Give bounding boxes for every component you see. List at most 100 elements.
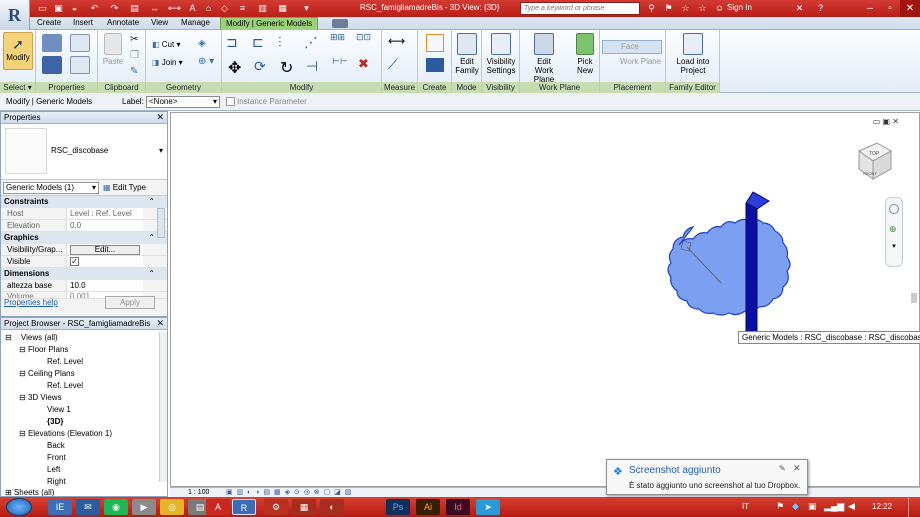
load-into-project-button[interactable]: Load into Project xyxy=(666,33,720,75)
text-icon[interactable]: A xyxy=(186,2,199,15)
instance-parameter-checkbox[interactable] xyxy=(226,97,235,106)
maximize-button[interactable]: ▫ xyxy=(880,0,900,17)
view-scale[interactable]: 1 : 100 xyxy=(188,488,209,497)
tree-ceiling-ref-level[interactable]: Ref. Level xyxy=(1,380,167,392)
type-properties-icon[interactable] xyxy=(70,56,90,74)
select-panel-label[interactable]: Select ▾ xyxy=(0,82,35,93)
start-button[interactable] xyxy=(6,498,32,516)
network-icon[interactable]: ▂▄▆ xyxy=(824,501,844,512)
close-icon[interactable]: ✕ xyxy=(156,112,164,123)
taskbar-app-circle[interactable]: ◐ xyxy=(320,499,344,515)
tree-sheets[interactable]: ⊞ Sheets (all) xyxy=(1,488,167,496)
tree-3d-current[interactable]: {3D} xyxy=(1,416,167,428)
tree-elev-back[interactable]: Back xyxy=(1,440,167,452)
taskbar-app-telegram[interactable]: ➤ xyxy=(476,499,500,515)
disco-base-cloud[interactable] xyxy=(667,218,791,316)
dimension-icon[interactable]: ⟷ xyxy=(168,2,181,15)
save-icon[interactable]: ▣ xyxy=(52,2,65,15)
tree-elev-front[interactable]: Front xyxy=(1,452,167,464)
tree-floor-plans[interactable]: ⊟ Floor Plans xyxy=(1,344,167,356)
section-icon[interactable]: ◇ xyxy=(218,2,231,15)
customize-qat-icon[interactable]: ▾ xyxy=(300,2,313,15)
default-3d-icon[interactable]: ⌂ xyxy=(202,2,215,15)
tree-views-all[interactable]: ⊟ ◌ Views (all) xyxy=(1,332,167,344)
work-plane-placement-button[interactable]: Work Plane xyxy=(602,56,662,70)
wall-joins-icon[interactable]: ◈ xyxy=(198,38,206,49)
measure-icon[interactable]: ↔ xyxy=(148,2,161,15)
viewcube[interactable] xyxy=(855,139,895,185)
group-dimensions[interactable]: Dimensions ⌃ xyxy=(1,268,167,280)
offset-icon[interactable]: ⊏ xyxy=(252,34,264,51)
visibility-edit-button[interactable]: Edit... xyxy=(70,245,140,255)
element-properties-icon[interactable] xyxy=(42,56,62,74)
tray-device-icon[interactable]: ▣ xyxy=(808,501,817,512)
undo-icon[interactable]: ↶ xyxy=(88,2,101,15)
properties-help-link[interactable]: Properties help xyxy=(4,298,58,307)
edit-type-button[interactable]: ▦ Edit Type xyxy=(103,182,146,193)
tab-annotate[interactable]: Annotate xyxy=(102,17,144,30)
label-select[interactable]: <None> ▾ xyxy=(146,96,220,108)
cut-scissors-icon[interactable]: ✂ xyxy=(130,34,138,45)
tab-insert[interactable]: Insert xyxy=(68,17,98,30)
edit-work-plane-button[interactable]: Edit Work Plane xyxy=(524,33,564,84)
split-face-icon[interactable]: ⊕ ▾ xyxy=(198,56,214,67)
rotate-icon[interactable]: ↻ xyxy=(280,58,293,78)
family-types-icon[interactable] xyxy=(42,34,62,52)
taskbar-app-illustrator[interactable]: Ai xyxy=(416,499,440,515)
view-window-controls[interactable]: ▭ ▣ ✕ xyxy=(873,117,899,126)
properties-scrollbar[interactable] xyxy=(157,208,165,238)
tab-options-icon[interactable] xyxy=(332,19,348,28)
trim-icon[interactable]: ⊣ xyxy=(306,58,318,75)
binoculars-icon[interactable]: ⚲ xyxy=(645,2,658,15)
switch-windows-icon[interactable]: ▦ xyxy=(276,2,289,15)
taskbar-app-indesign[interactable]: Id xyxy=(446,499,470,515)
help-icon[interactable]: ? xyxy=(814,2,827,15)
taskbar-app-revit[interactable]: R xyxy=(232,499,256,515)
application-menu-button[interactable]: R xyxy=(0,0,30,31)
communication-icon[interactable]: ☆ xyxy=(679,2,692,15)
tree-elev-right[interactable]: Right xyxy=(1,476,167,488)
tree-view-1[interactable]: View 1 xyxy=(1,404,167,416)
scene-model[interactable] xyxy=(639,183,809,353)
scale-icon[interactable]: ⊡⊡ xyxy=(356,32,371,43)
create-similar-icon[interactable] xyxy=(426,58,444,72)
paste-button[interactable]: Paste xyxy=(102,33,124,66)
viewport-scroll-handle[interactable] xyxy=(911,293,917,303)
taskbar-app-tool[interactable]: ⚙ xyxy=(264,499,288,515)
taskbar-app-media[interactable]: ▶ xyxy=(132,499,156,515)
create-group-icon[interactable] xyxy=(426,34,444,52)
cut-geometry-button[interactable]: ◧ Cut ▾ xyxy=(152,40,180,49)
copy-array-icon[interactable]: ⊞⊞ xyxy=(330,32,345,43)
modify-button[interactable]: ➚ Modify xyxy=(3,32,33,70)
group-graphics[interactable]: Graphics ⌃ xyxy=(1,232,167,244)
column-shaft[interactable] xyxy=(745,202,758,334)
thin-lines-icon[interactable]: ≡ xyxy=(236,2,249,15)
instance-filter-select[interactable]: Generic Models (1) ▾ xyxy=(3,182,99,194)
steering-wheel-icon[interactable] xyxy=(889,204,899,214)
tab-manage[interactable]: Manage xyxy=(176,17,215,30)
tree-elev-left[interactable]: Left xyxy=(1,464,167,476)
volume-icon[interactable]: ◀ xyxy=(848,501,855,512)
search-input[interactable]: Type a keyword or phrase xyxy=(520,2,640,15)
dropbox-notification[interactable]: ❖ Screenshot aggiunto È stato aggiunto u… xyxy=(606,459,808,495)
show-desktop-button[interactable] xyxy=(908,497,920,517)
type-selector[interactable]: RSC_discobase ▾ xyxy=(1,124,167,180)
altezza-base-field[interactable]: 10.0 xyxy=(67,280,143,291)
subscription-icon[interactable]: ⚑ xyxy=(662,2,675,15)
open-icon[interactable]: ▭ xyxy=(36,2,49,15)
tab-modify-generic-models[interactable]: Modify | Generic Models xyxy=(220,17,319,30)
pin-icon[interactable]: ⊢⊢ xyxy=(332,56,348,67)
pick-new-button[interactable]: Pick New xyxy=(572,33,598,75)
redo-icon[interactable]: ↷ xyxy=(108,2,121,15)
language-indicator[interactable]: IT xyxy=(742,502,749,511)
taskbar-app-chrome[interactable]: ◎ xyxy=(160,499,184,515)
close-icon[interactable]: ✕ xyxy=(156,318,164,329)
taskbar-app-photoshop[interactable]: Ps xyxy=(386,499,410,515)
face-button[interactable]: Face xyxy=(602,40,662,54)
browser-scrollbar[interactable] xyxy=(159,332,167,482)
visibility-settings-button[interactable]: Visibility Settings xyxy=(482,33,520,75)
zoom-icon[interactable]: ⊕ xyxy=(889,224,899,234)
view-control-icons[interactable]: ▣ ▥ ◐ ◑ ▤ ▦ ◈ ⊙ ◎ ⊗ ▢ ◪ ▧ xyxy=(226,488,352,497)
tab-view[interactable]: View xyxy=(146,17,173,30)
tree-ceiling-plans[interactable]: ⊟ Ceiling Plans xyxy=(1,368,167,380)
